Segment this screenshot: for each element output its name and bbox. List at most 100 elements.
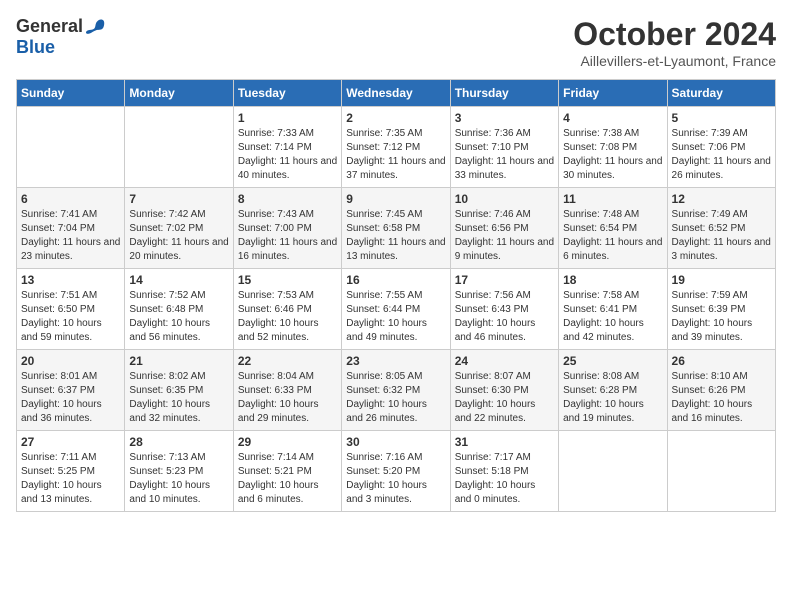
day-info: Sunrise: 7:59 AM Sunset: 6:39 PM Dayligh…: [672, 289, 771, 345]
day-info: Sunrise: 7:45 AM Sunset: 6:58 PM Dayligh…: [346, 208, 445, 264]
calendar-week-row: 20Sunrise: 8:01 AM Sunset: 6:37 PM Dayli…: [17, 350, 776, 431]
day-number: 16: [346, 273, 445, 287]
calendar-cell: [17, 107, 125, 188]
day-info: Sunrise: 7:35 AM Sunset: 7:12 PM Dayligh…: [346, 127, 445, 183]
calendar-table: SundayMondayTuesdayWednesdayThursdayFrid…: [16, 79, 776, 512]
calendar-cell: 5Sunrise: 7:39 AM Sunset: 7:06 PM Daylig…: [667, 107, 775, 188]
day-info: Sunrise: 8:10 AM Sunset: 6:26 PM Dayligh…: [672, 370, 771, 426]
day-number: 26: [672, 354, 771, 368]
day-info: Sunrise: 7:51 AM Sunset: 6:50 PM Dayligh…: [21, 289, 120, 345]
day-number: 21: [129, 354, 228, 368]
day-info: Sunrise: 7:33 AM Sunset: 7:14 PM Dayligh…: [238, 127, 337, 183]
day-info: Sunrise: 7:38 AM Sunset: 7:08 PM Dayligh…: [563, 127, 662, 183]
day-of-week-header: Wednesday: [342, 80, 450, 107]
day-info: Sunrise: 8:02 AM Sunset: 6:35 PM Dayligh…: [129, 370, 228, 426]
day-number: 9: [346, 192, 445, 206]
day-info: Sunrise: 7:42 AM Sunset: 7:02 PM Dayligh…: [129, 208, 228, 264]
day-number: 31: [455, 435, 554, 449]
day-number: 4: [563, 111, 662, 125]
day-number: 17: [455, 273, 554, 287]
calendar-cell: 10Sunrise: 7:46 AM Sunset: 6:56 PM Dayli…: [450, 188, 558, 269]
logo-general-text: General: [16, 16, 83, 37]
calendar-cell: 26 Sunrise: 8:10 AM Sunset: 6:26 PM Dayli…: [667, 350, 775, 431]
day-info: Sunrise: 7:41 AM Sunset: 7:04 PM Dayligh…: [21, 208, 120, 264]
logo-bird-icon: [85, 17, 105, 37]
day-info: Sunrise: 7:52 AM Sunset: 6:48 PM Dayligh…: [129, 289, 228, 345]
day-number: 30: [346, 435, 445, 449]
calendar-cell: 25 Sunrise: 8:08 AM Sunset: 6:28 PM Dayli…: [559, 350, 667, 431]
calendar-week-row: 27Sunrise: 7:11 AM Sunset: 5:25 PM Dayli…: [17, 431, 776, 512]
calendar-cell: 7 Sunrise: 7:42 AM Sunset: 7:02 PM Daylig…: [125, 188, 233, 269]
day-of-week-header: Sunday: [17, 80, 125, 107]
calendar-cell: 11 Sunrise: 7:48 AM Sunset: 6:54 PM Dayli…: [559, 188, 667, 269]
day-info: Sunrise: 7:48 AM Sunset: 6:54 PM Dayligh…: [563, 208, 662, 264]
day-info: Sunrise: 7:14 AM Sunset: 5:21 PM Dayligh…: [238, 451, 337, 507]
day-number: 19: [672, 273, 771, 287]
day-number: 22: [238, 354, 337, 368]
logo: General Blue: [16, 16, 105, 58]
day-number: 24: [455, 354, 554, 368]
calendar-cell: 1 Sunrise: 7:33 AM Sunset: 7:14 PM Daylig…: [233, 107, 341, 188]
day-number: 15: [238, 273, 337, 287]
day-info: Sunrise: 7:56 AM Sunset: 6:43 PM Dayligh…: [455, 289, 554, 345]
calendar-cell: 12Sunrise: 7:49 AM Sunset: 6:52 PM Dayli…: [667, 188, 775, 269]
day-of-week-header: Friday: [559, 80, 667, 107]
day-info: Sunrise: 7:46 AM Sunset: 6:56 PM Dayligh…: [455, 208, 554, 264]
day-info: Sunrise: 7:55 AM Sunset: 6:44 PM Dayligh…: [346, 289, 445, 345]
day-number: 18: [563, 273, 662, 287]
day-of-week-header: Thursday: [450, 80, 558, 107]
calendar-cell: 31 Sunrise: 7:17 AM Sunset: 5:18 PM Dayli…: [450, 431, 558, 512]
calendar-cell: 19 Sunrise: 7:59 AM Sunset: 6:39 PM Dayli…: [667, 269, 775, 350]
calendar-week-row: 1 Sunrise: 7:33 AM Sunset: 7:14 PM Daylig…: [17, 107, 776, 188]
calendar-cell: 21 Sunrise: 8:02 AM Sunset: 6:35 PM Dayli…: [125, 350, 233, 431]
day-number: 12: [672, 192, 771, 206]
calendar-cell: 23Sunrise: 8:05 AM Sunset: 6:32 PM Dayli…: [342, 350, 450, 431]
title-section: October 2024 Aillevillers-et-Lyaumont, F…: [573, 16, 776, 69]
calendar-cell: 22 Sunrise: 8:04 AM Sunset: 6:33 PM Dayli…: [233, 350, 341, 431]
day-number: 8: [238, 192, 337, 206]
day-number: 5: [672, 111, 771, 125]
day-number: 7: [129, 192, 228, 206]
calendar-cell: 20Sunrise: 8:01 AM Sunset: 6:37 PM Dayli…: [17, 350, 125, 431]
calendar-cell: 15 Sunrise: 7:53 AM Sunset: 6:46 PM Dayli…: [233, 269, 341, 350]
day-info: Sunrise: 7:17 AM Sunset: 5:18 PM Dayligh…: [455, 451, 554, 507]
calendar-week-row: 13Sunrise: 7:51 AM Sunset: 6:50 PM Dayli…: [17, 269, 776, 350]
day-info: Sunrise: 7:13 AM Sunset: 5:23 PM Dayligh…: [129, 451, 228, 507]
calendar-header-row: SundayMondayTuesdayWednesdayThursdayFrid…: [17, 80, 776, 107]
day-of-week-header: Saturday: [667, 80, 775, 107]
day-info: Sunrise: 8:07 AM Sunset: 6:30 PM Dayligh…: [455, 370, 554, 426]
day-info: Sunrise: 8:04 AM Sunset: 6:33 PM Dayligh…: [238, 370, 337, 426]
calendar-cell: 16 Sunrise: 7:55 AM Sunset: 6:44 PM Dayli…: [342, 269, 450, 350]
day-number: 28: [129, 435, 228, 449]
calendar-cell: 8 Sunrise: 7:43 AM Sunset: 7:00 PM Daylig…: [233, 188, 341, 269]
day-number: 29: [238, 435, 337, 449]
calendar-cell: 30 Sunrise: 7:16 AM Sunset: 5:20 PM Dayli…: [342, 431, 450, 512]
day-info: Sunrise: 7:53 AM Sunset: 6:46 PM Dayligh…: [238, 289, 337, 345]
day-info: Sunrise: 7:36 AM Sunset: 7:10 PM Dayligh…: [455, 127, 554, 183]
calendar-cell: 9 Sunrise: 7:45 AM Sunset: 6:58 PM Daylig…: [342, 188, 450, 269]
day-of-week-header: Tuesday: [233, 80, 341, 107]
calendar-cell: 6Sunrise: 7:41 AM Sunset: 7:04 PM Daylig…: [17, 188, 125, 269]
day-of-week-header: Monday: [125, 80, 233, 107]
calendar-cell: 17 Sunrise: 7:56 AM Sunset: 6:43 PM Dayli…: [450, 269, 558, 350]
day-info: Sunrise: 7:58 AM Sunset: 6:41 PM Dayligh…: [563, 289, 662, 345]
day-info: Sunrise: 7:43 AM Sunset: 7:00 PM Dayligh…: [238, 208, 337, 264]
day-info: Sunrise: 8:01 AM Sunset: 6:37 PM Dayligh…: [21, 370, 120, 426]
day-info: Sunrise: 8:08 AM Sunset: 6:28 PM Dayligh…: [563, 370, 662, 426]
day-number: 1: [238, 111, 337, 125]
calendar-cell: 28 Sunrise: 7:13 AM Sunset: 5:23 PM Dayli…: [125, 431, 233, 512]
day-number: 11: [563, 192, 662, 206]
location-text: Aillevillers-et-Lyaumont, France: [573, 53, 776, 69]
calendar-cell: 24 Sunrise: 8:07 AM Sunset: 6:30 PM Dayli…: [450, 350, 558, 431]
day-number: 25: [563, 354, 662, 368]
day-number: 23: [346, 354, 445, 368]
day-info: Sunrise: 7:16 AM Sunset: 5:20 PM Dayligh…: [346, 451, 445, 507]
day-number: 2: [346, 111, 445, 125]
calendar-cell: 3 Sunrise: 7:36 AM Sunset: 7:10 PM Daylig…: [450, 107, 558, 188]
calendar-cell: 29 Sunrise: 7:14 AM Sunset: 5:21 PM Dayli…: [233, 431, 341, 512]
calendar-cell: 14Sunrise: 7:52 AM Sunset: 6:48 PM Dayli…: [125, 269, 233, 350]
calendar-cell: 13Sunrise: 7:51 AM Sunset: 6:50 PM Dayli…: [17, 269, 125, 350]
calendar-cell: 18 Sunrise: 7:58 AM Sunset: 6:41 PM Dayli…: [559, 269, 667, 350]
calendar-cell: [125, 107, 233, 188]
day-number: 3: [455, 111, 554, 125]
